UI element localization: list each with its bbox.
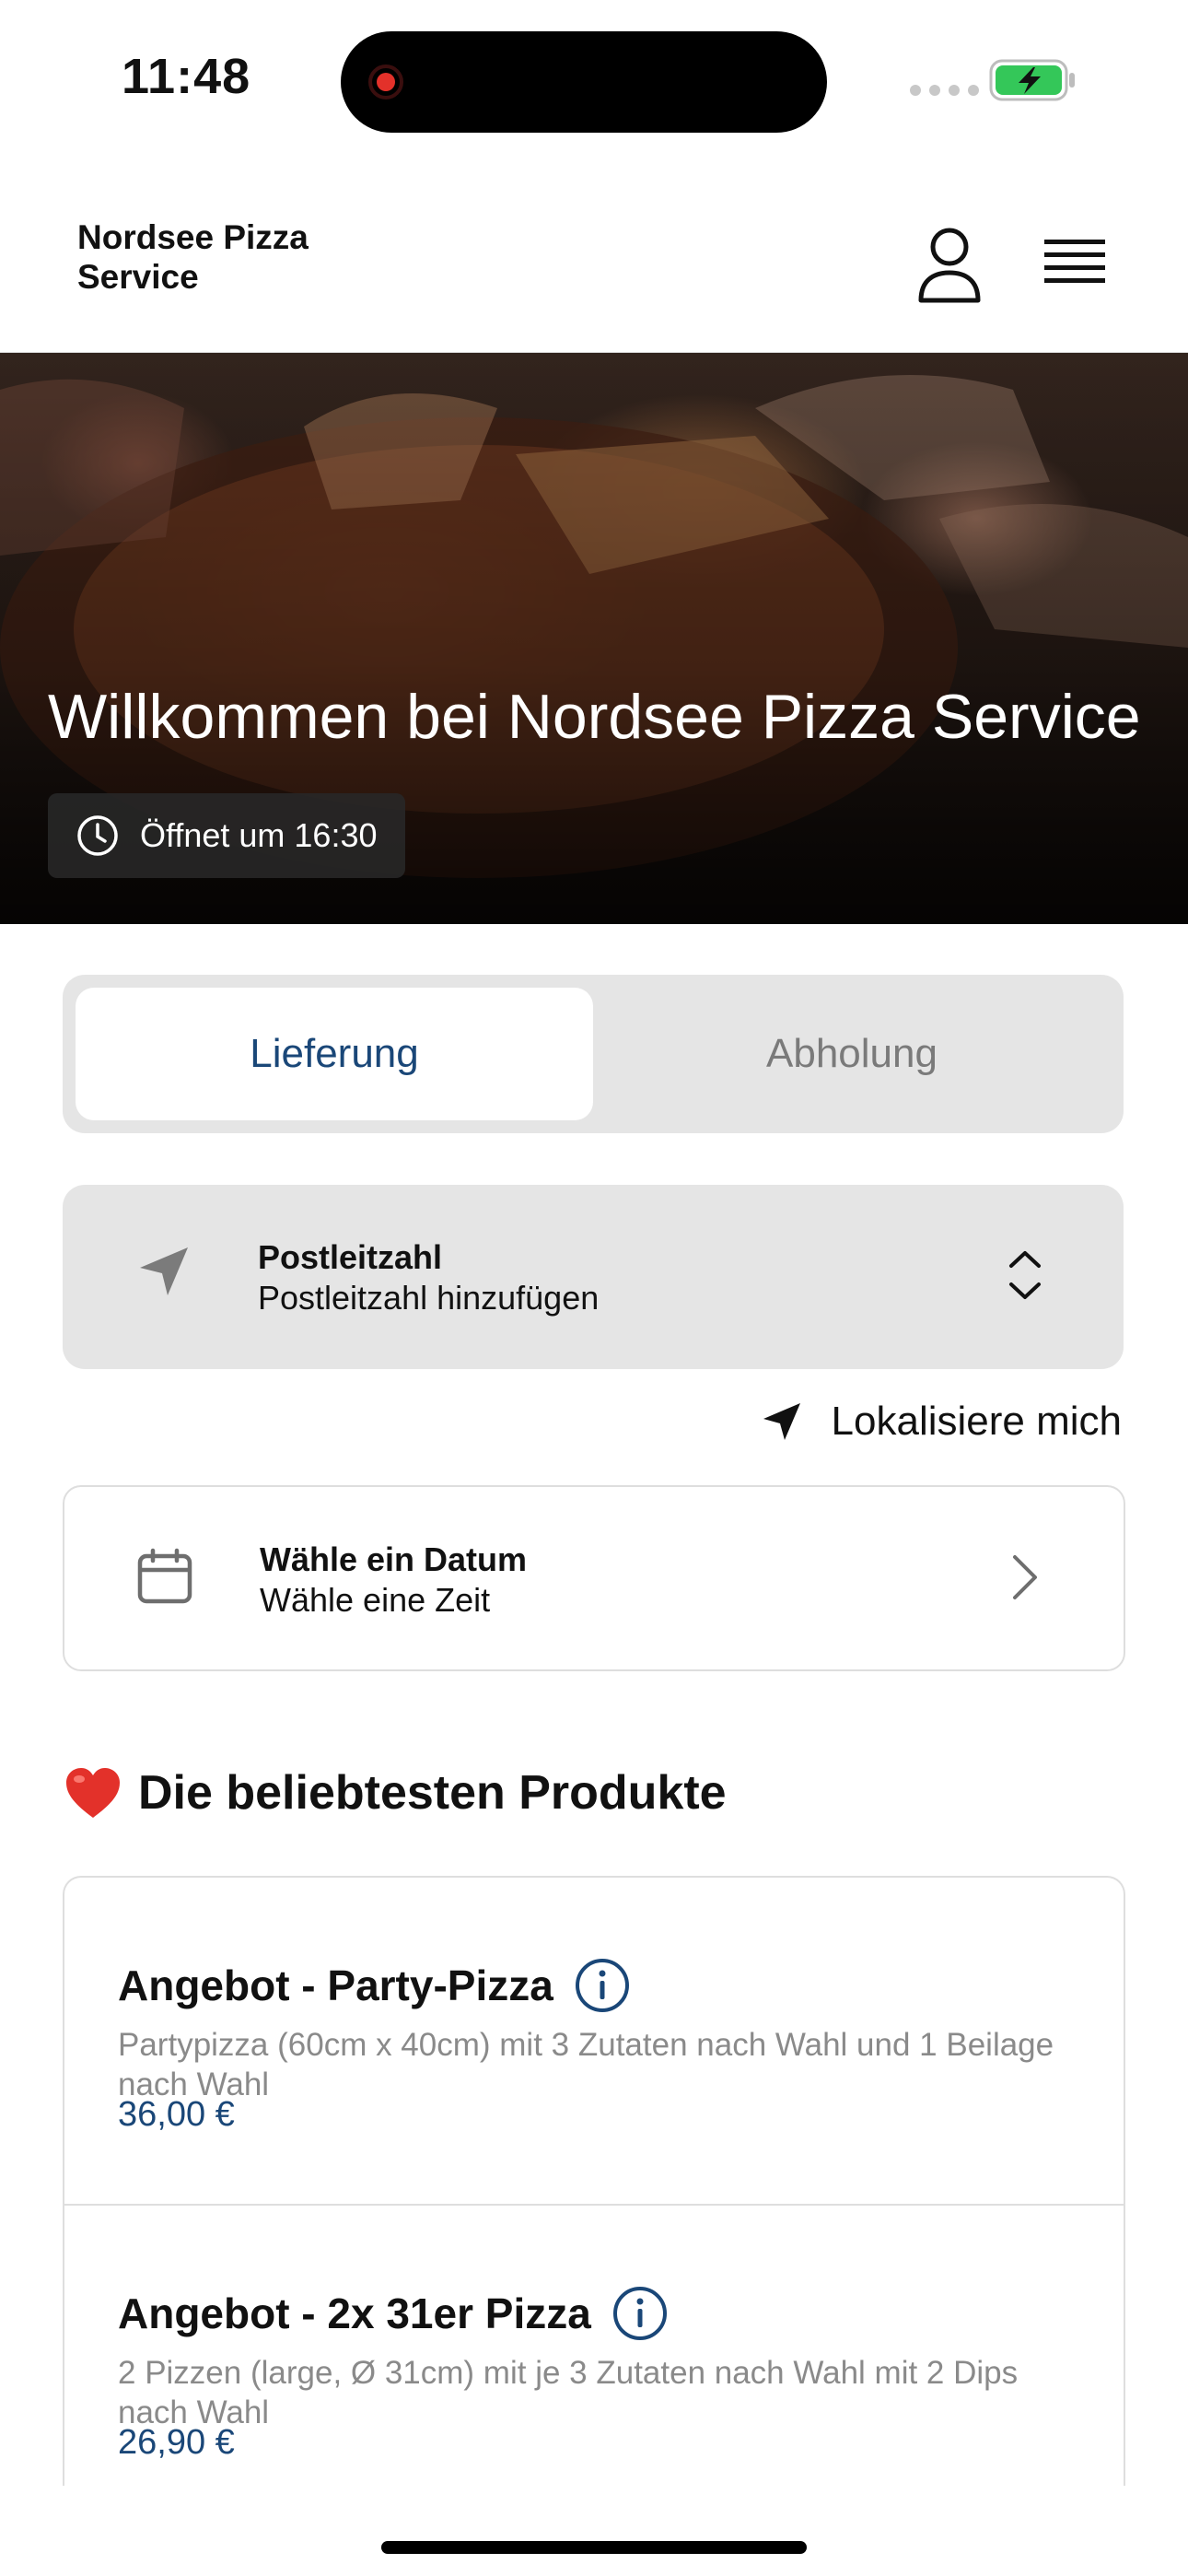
date-time-selector[interactable]: Wähle ein Datum Wähle eine Zeit — [63, 1485, 1125, 1671]
dynamic-island — [341, 31, 827, 133]
popular-products-title: Die beliebtesten Produkte — [138, 1766, 727, 1820]
tab-pickup[interactable]: Abholung — [593, 988, 1111, 1120]
clock-icon — [77, 815, 118, 856]
screen-recording-icon — [368, 64, 403, 100]
locate-me-button[interactable]: Lokalisiere mich — [760, 1399, 1122, 1445]
product-price: 36,00 € — [118, 2095, 235, 2134]
time-label: Wähle eine Zeit — [260, 1581, 491, 1619]
product-description: 2 Pizzen (large, Ø 31cm) mit je 3 Zutate… — [118, 2355, 1019, 2430]
user-account-icon[interactable] — [915, 227, 984, 304]
product-name-row: Angebot - Party-Pizza — [118, 1957, 631, 2014]
hero-banner: Willkommen bei Nordsee Pizza Service Öff… — [0, 353, 1188, 924]
order-mode-toggle: Lieferung Abholung — [63, 975, 1124, 1133]
opening-time-text: Öffnet um 16:30 — [140, 816, 378, 854]
product-name-row: Angebot - 2x 31er Pizza — [118, 2285, 669, 2342]
status-time: 11:48 — [122, 49, 251, 104]
navigation-arrow-icon — [763, 1403, 800, 1440]
product-name: Angebot - Party-Pizza — [118, 1961, 553, 2009]
opening-time-badge: Öffnet um 16:30 — [48, 793, 405, 878]
hamburger-menu-icon[interactable] — [1042, 230, 1107, 295]
product-list: Angebot - Party-Pizza Partypizza (60cm x… — [63, 1876, 1125, 2486]
tab-delivery[interactable]: Lieferung — [76, 988, 593, 1120]
home-indicator[interactable] — [381, 2541, 807, 2554]
app-header: Nordsee Pizza Service — [0, 193, 1188, 353]
chevron-right-icon — [1013, 1555, 1037, 1599]
calendar-icon — [137, 1548, 192, 1604]
info-icon[interactable] — [574, 1957, 631, 2014]
info-icon[interactable] — [611, 2285, 669, 2342]
location-arrow-icon — [140, 1247, 188, 1295]
locate-me-label: Lokalisiere mich — [831, 1399, 1122, 1444]
product-name: Angebot - 2x 31er Pizza — [118, 2289, 591, 2337]
postal-code-placeholder: Postleitzahl hinzufügen — [258, 1279, 600, 1317]
postal-code-selector[interactable]: Postleitzahl Postleitzahl hinzufügen — [63, 1185, 1124, 1369]
status-bar: 11:48 — [0, 0, 1188, 157]
product-description: Partypizza (60cm x 40cm) mit 3 Zutaten n… — [118, 2027, 1054, 2102]
product-card[interactable]: Angebot - 2x 31er Pizza 2 Pizzen (large,… — [64, 2204, 1124, 2486]
cellular-signal-icon — [910, 85, 979, 96]
brand-name[interactable]: Nordsee Pizza Service — [77, 217, 372, 297]
product-price: 26,90 € — [118, 2423, 235, 2462]
welcome-title: Willkommen bei Nordsee Pizza Service — [48, 682, 1141, 752]
postal-code-label: Postleitzahl — [258, 1238, 443, 1276]
chevron-up-down-icon — [1009, 1251, 1041, 1299]
popular-products-heading: Die beliebtesten Produkte — [64, 1765, 727, 1821]
battery-charging-icon — [989, 59, 1075, 101]
date-label: Wähle ein Datum — [260, 1540, 528, 1578]
heart-icon — [66, 1768, 120, 1818]
product-card[interactable]: Angebot - Party-Pizza Partypizza (60cm x… — [64, 1878, 1124, 2204]
